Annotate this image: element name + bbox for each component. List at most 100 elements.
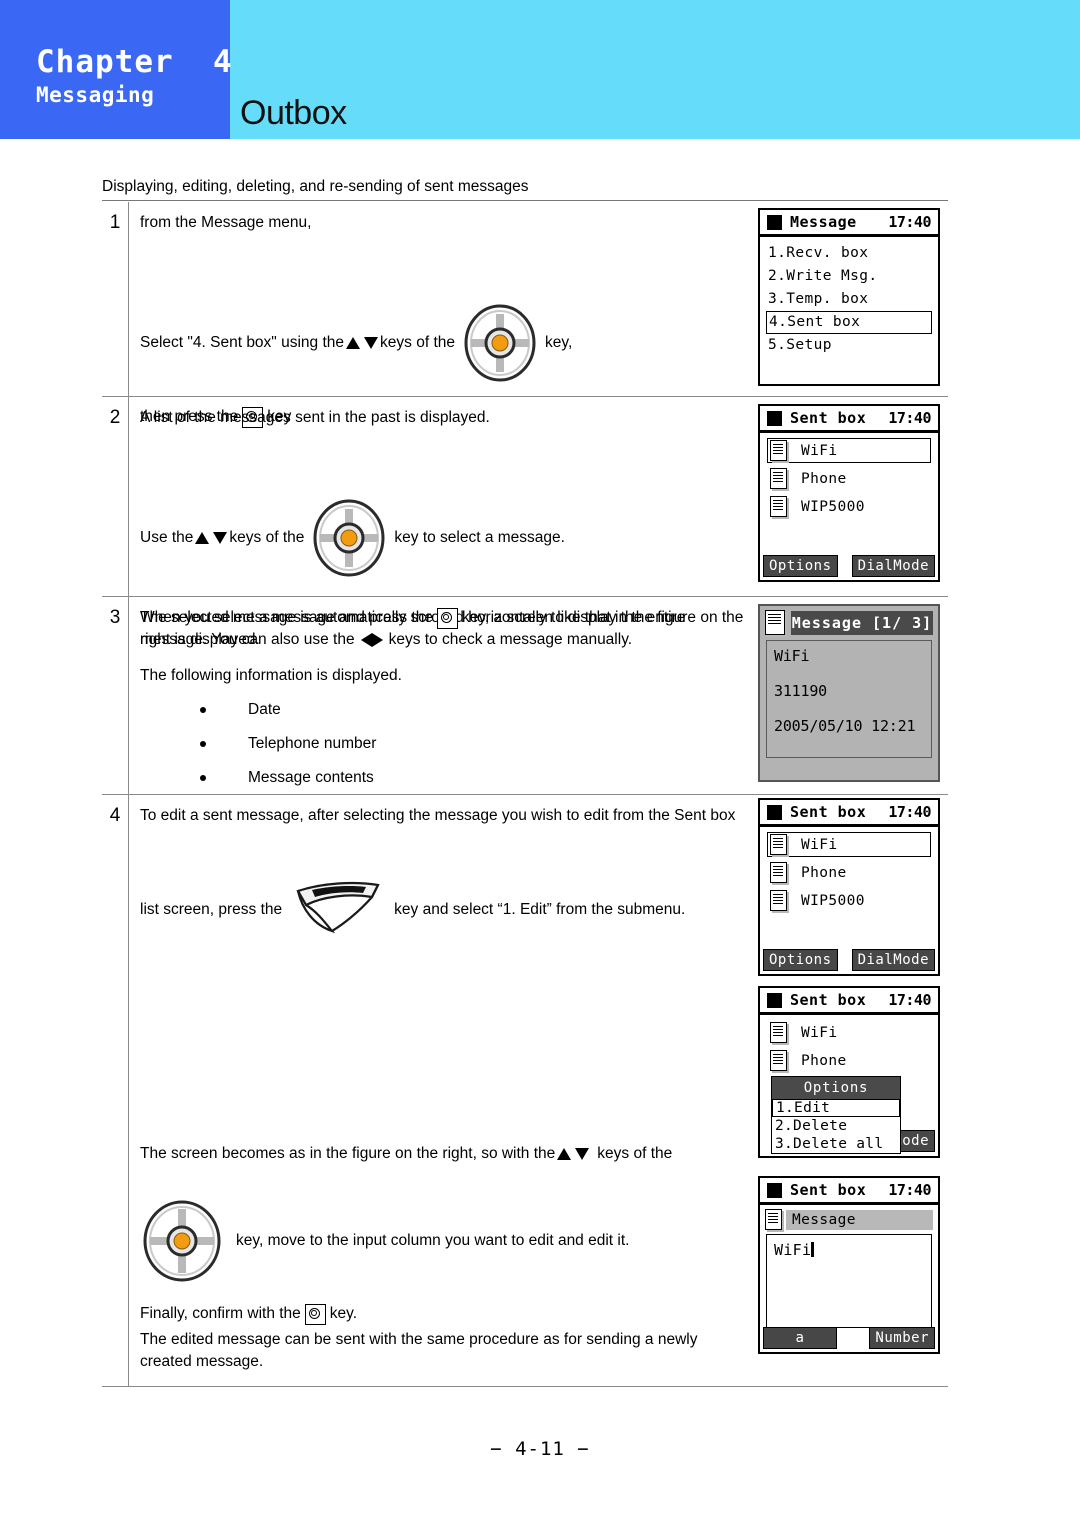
list-item-wifi[interactable]: WiFi — [767, 438, 931, 463]
step4-line6b: created message. — [140, 1353, 264, 1370]
document-icon — [770, 468, 787, 489]
softkey-input-mode[interactable]: a — [763, 1327, 837, 1349]
phone-screen-sent-box-list-2: Sent box 17:40 WiFi Phone WIP5000 Option… — [758, 798, 940, 976]
screen-title: Message — [790, 213, 857, 231]
message-phone-number: 311190 — [774, 682, 827, 700]
editor-field-header: Message — [760, 1205, 938, 1230]
chapter-title: Chapter 4 — [36, 44, 233, 80]
step3-line1-b: key, a screen like that in the figure on… — [461, 609, 744, 626]
message-text-value: WiFi — [774, 1241, 812, 1259]
phone-screen-sent-box-list: Sent box 17:40 WiFi Phone WIP5000 Option… — [758, 404, 940, 582]
softkey-number[interactable]: Number — [869, 1327, 935, 1349]
step4-line3-b: keys of the — [597, 1145, 673, 1162]
step1-line2-a: Select "4. Sent box" using the — [140, 334, 345, 351]
arrow-up-icon — [195, 532, 210, 544]
phone-screen-message-detail: Message [1/ 3] WiFi 311190 2005/05/10 12… — [758, 604, 940, 782]
signal-block-icon — [767, 214, 782, 230]
list-item-wip5000[interactable]: WIP5000 — [767, 494, 931, 519]
page-title: Outbox — [240, 94, 347, 132]
screen-title-bar: Message 17:40 — [760, 210, 938, 237]
screen-clock: 17:40 — [888, 803, 931, 821]
screen-title-bar: Sent box 17:40 — [760, 988, 938, 1015]
step2-line2-c: key to select a message. — [394, 529, 565, 546]
screen-title: Sent box — [790, 803, 867, 821]
options-popup: Options 1.Edit 2.Delete 3.Delete all — [771, 1076, 901, 1154]
options-item-delete-all[interactable]: 3.Delete all — [772, 1135, 900, 1153]
message-text: WiFi — [774, 647, 810, 665]
step2-line2-a: Use the — [140, 529, 194, 546]
screen-title-bar: Sent box 17:40 — [760, 406, 938, 433]
step4-line3-a: The screen becomes as in the figure on t… — [140, 1145, 556, 1162]
menu-item-setup[interactable]: 5.Setup — [766, 334, 932, 357]
document-icon — [770, 862, 787, 883]
softkey-dialmode[interactable]: DialMode — [851, 555, 935, 577]
softkey-options[interactable]: Options — [763, 555, 838, 577]
step4-line5-b: key. — [329, 1305, 358, 1322]
list-item-label: WiFi — [801, 442, 838, 459]
options-item-edit[interactable]: 1.Edit — [772, 1099, 900, 1117]
list-item-phone[interactable]: Phone — [767, 1048, 931, 1073]
list-item-label: Phone — [801, 1052, 847, 1069]
signal-block-icon — [767, 992, 782, 1008]
list-item-wip5000[interactable]: WIP5000 — [767, 888, 931, 913]
navigation-key-icon — [310, 481, 388, 595]
menu-item-write-msg[interactable]: 2.Write Msg. — [766, 265, 932, 288]
softkey-options[interactable]: Options — [763, 949, 838, 971]
arrow-down-icon — [213, 532, 228, 544]
menu-item-recv-box[interactable]: 1.Recv. box — [766, 242, 932, 265]
screen-clock: 17:40 — [888, 1181, 931, 1199]
phone-screen-options-menu: Sent box 17:40 WiFi Phone alMode Options… — [758, 986, 940, 1158]
screen-title: Sent box — [790, 409, 867, 427]
step-number: 1 — [109, 212, 121, 233]
soft-key-icon — [292, 855, 384, 965]
step4-line4-text: key, move to the input column you want t… — [236, 1232, 630, 1249]
arrow-up-icon — [557, 1148, 572, 1160]
phone-screen-message-editor: Sent box 17:40 Message WiFi a Number — [758, 1176, 940, 1354]
message-text-input[interactable]: WiFi — [766, 1234, 932, 1328]
list-item-phone[interactable]: Phone — [767, 466, 931, 491]
screen-clock: 17:40 — [888, 409, 931, 427]
arrow-up-icon — [346, 337, 361, 349]
step4-line5-a: Finally, confirm with the — [140, 1305, 301, 1322]
signal-block-icon — [767, 804, 782, 820]
editor-field-label: Message — [786, 1209, 933, 1230]
navigation-key-icon — [140, 1185, 224, 1297]
message-date: 2005/05/10 12:21 — [774, 717, 916, 735]
screen-title-bar: Sent box 17:40 — [760, 1178, 938, 1205]
list-item-label: WIP5000 — [801, 892, 865, 909]
list-item-label: WIP5000 — [801, 498, 865, 515]
document-icon — [770, 496, 787, 517]
screen-clock: 17:40 — [888, 991, 931, 1009]
phone-screen-message-menu: Message 17:40 1.Recv. box 2.Write Msg. 3… — [758, 208, 940, 386]
confirm-key-icon — [304, 1303, 326, 1325]
menu-list: 1.Recv. box 2.Write Msg. 3.Temp. box 4.S… — [760, 237, 938, 357]
menu-item-sent-box[interactable]: 4.Sent box — [766, 311, 932, 334]
document-icon — [770, 440, 787, 461]
list-item-wifi[interactable]: WiFi — [767, 1020, 931, 1045]
screen-clock: 17:40 — [888, 213, 931, 231]
list-item-phone[interactable]: Phone — [767, 860, 931, 885]
message-list: WiFi Phone WIP5000 — [760, 433, 938, 519]
softkey-dialmode[interactable]: DialMode — [851, 949, 935, 971]
screen-title: Message [1/ 3] — [791, 610, 933, 635]
step4-line2-a: list screen, press the — [140, 901, 283, 918]
step-number: 4 — [109, 805, 121, 826]
step1-line2-c: key, — [545, 334, 573, 351]
list-item-label: Phone — [801, 470, 847, 487]
menu-item-temp-box[interactable]: 3.Temp. box — [766, 288, 932, 311]
document-icon — [765, 610, 785, 635]
navigation-key-icon — [461, 286, 539, 400]
message-detail-body: WiFi 311190 2005/05/10 12:21 — [766, 640, 932, 758]
step-number: 2 — [109, 407, 121, 428]
document-icon — [770, 1050, 787, 1071]
screen-title-bar: Sent box 17:40 — [760, 800, 938, 827]
softkey-bar: Options DialMode — [760, 555, 938, 577]
message-list: WiFi Phone WIP5000 — [760, 827, 938, 913]
options-item-delete[interactable]: 2.Delete — [772, 1117, 900, 1135]
document-icon — [770, 834, 787, 855]
chapter-subtitle: Messaging — [36, 83, 155, 107]
chapter-block: Chapter 4 Messaging — [0, 0, 233, 139]
list-item-wifi[interactable]: WiFi — [767, 832, 931, 857]
section-intro-text: Displaying, editing, deleting, and re-se… — [102, 178, 948, 201]
document-icon — [770, 1022, 787, 1043]
